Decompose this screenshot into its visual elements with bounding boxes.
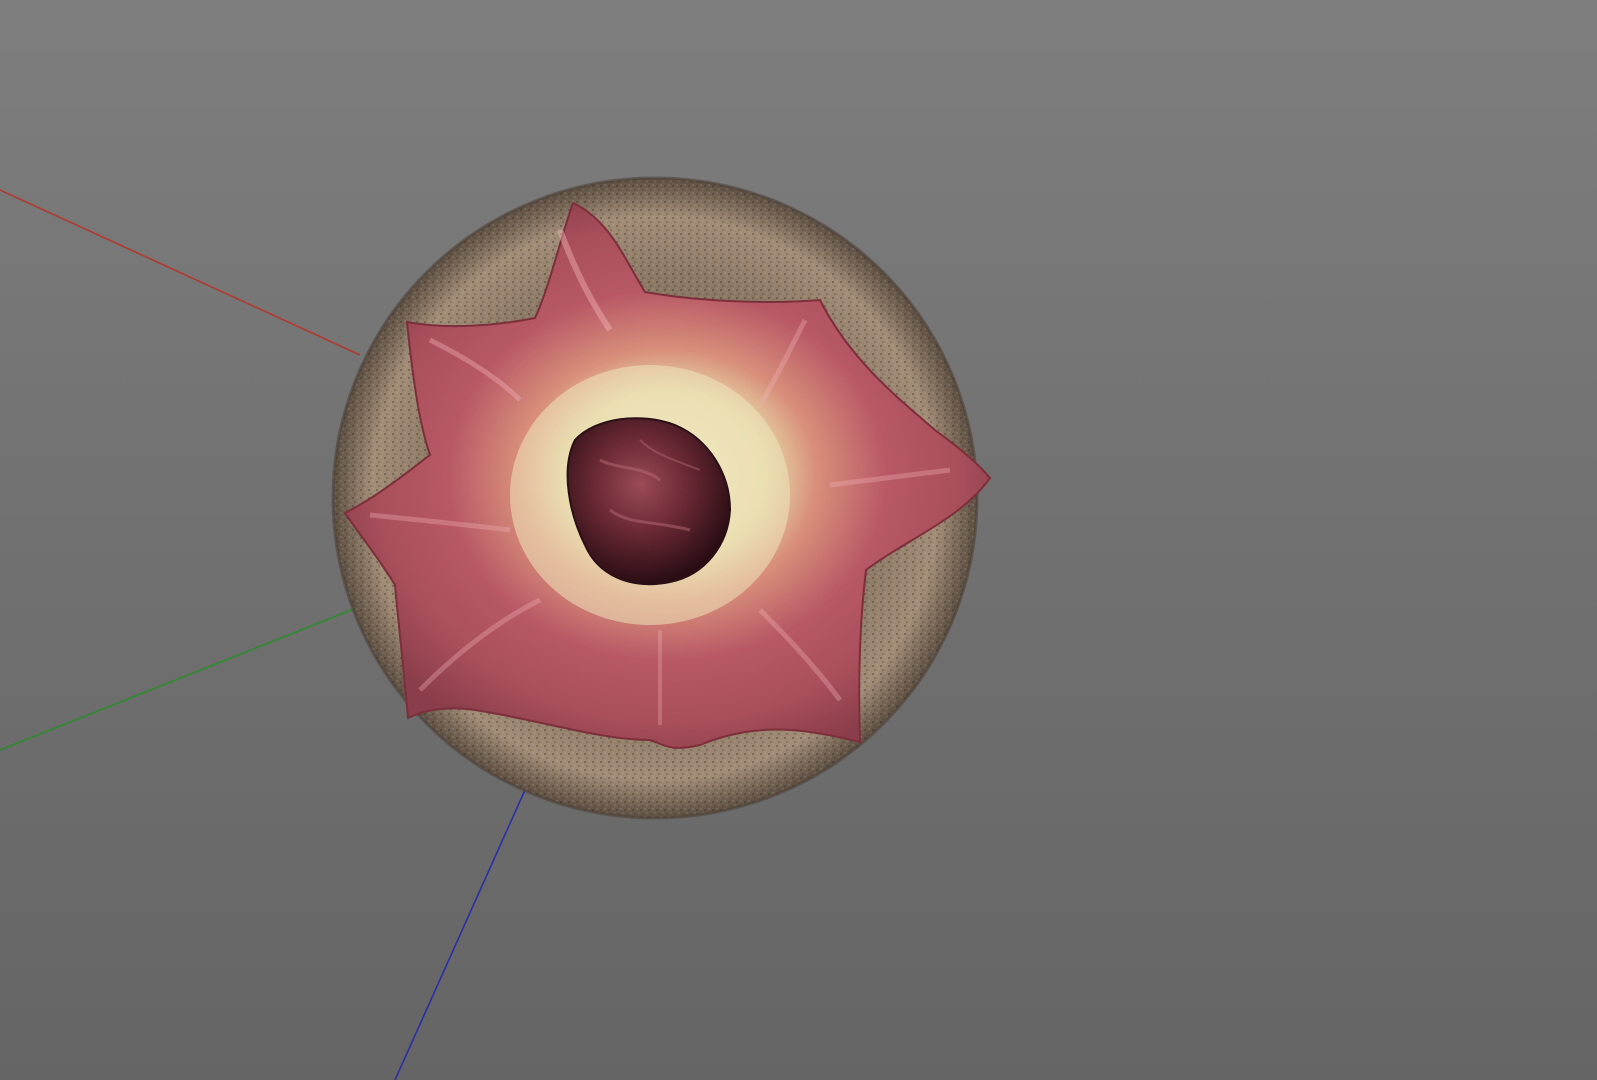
3d-viewport[interactable]	[0, 0, 1597, 1080]
x-axis-line	[0, 189, 361, 356]
z-axis-line	[394, 789, 526, 1080]
3d-model[interactable]	[331, 176, 992, 820]
scene-canvas[interactable]	[0, 0, 1597, 1080]
